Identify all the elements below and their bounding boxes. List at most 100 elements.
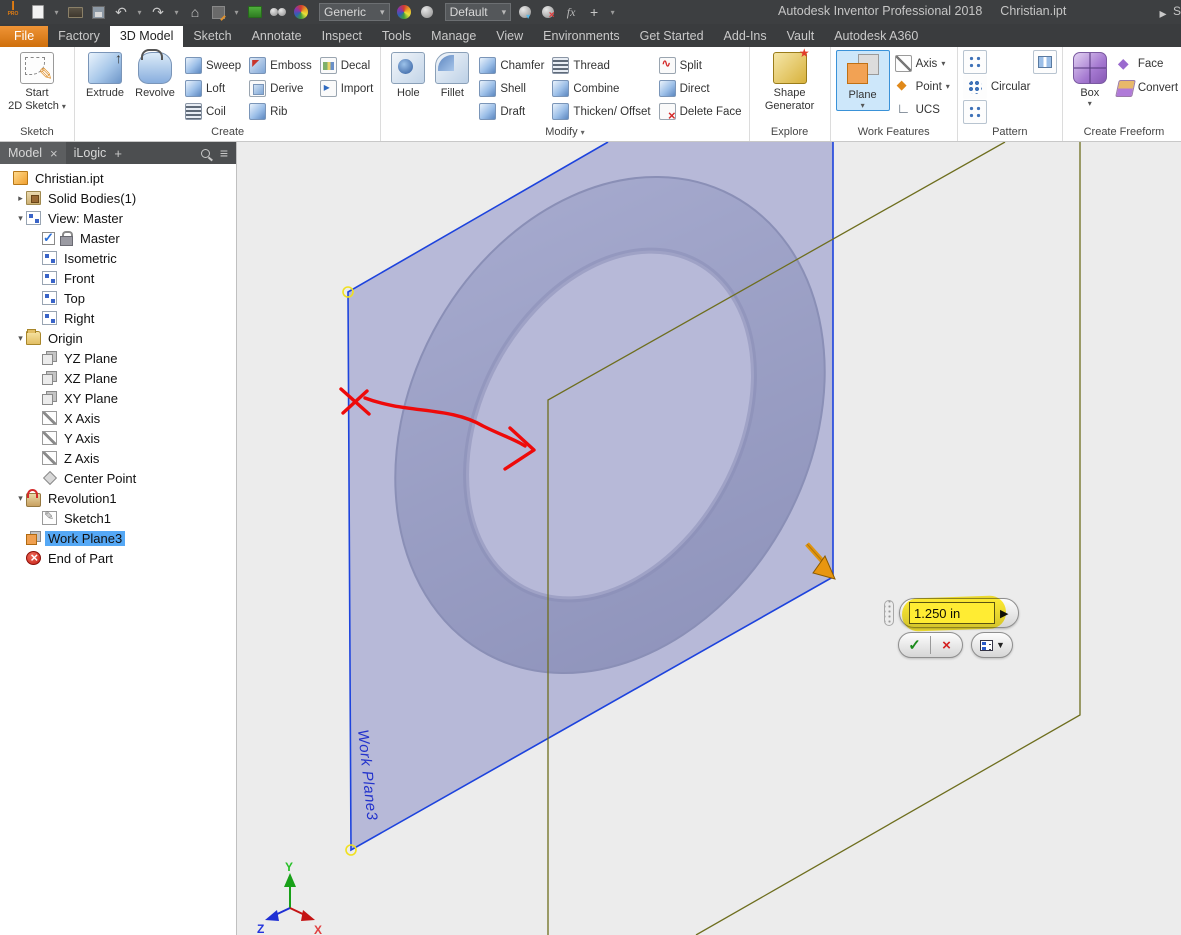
circular-pattern-icon[interactable] xyxy=(963,75,987,99)
mirror-button[interactable] xyxy=(1033,50,1057,74)
viewport-3d[interactable]: Work Plane3 Y Z xyxy=(237,142,1181,935)
cancel-button[interactable]: × xyxy=(931,637,962,654)
tree-item[interactable]: End of Part xyxy=(2,548,236,568)
tree-item[interactable]: Master xyxy=(2,228,236,248)
freeform-button[interactable]: Convert xyxy=(1115,79,1180,98)
plus-icon[interactable]: + xyxy=(585,3,603,21)
ribbon-tab[interactable]: View xyxy=(486,26,533,47)
redo-icon[interactable]: ↷ xyxy=(149,3,167,21)
modify-small-button[interactable]: Direct xyxy=(657,79,744,98)
tree-item[interactable]: Solid Bodies(1) xyxy=(2,188,236,208)
modify-small-button[interactable]: Draft xyxy=(477,102,546,121)
create-small-button[interactable]: Decal xyxy=(318,56,376,75)
undo-caret-icon[interactable]: ▾ xyxy=(135,3,144,21)
ribbon-tab[interactable]: Tools xyxy=(372,26,421,47)
create-big-button[interactable]: Revolve xyxy=(130,50,180,100)
freeform-button[interactable]: Face xyxy=(1115,55,1180,74)
tree-item[interactable]: View: Master xyxy=(2,208,236,228)
create-small-button[interactable]: Derive xyxy=(247,79,314,98)
tree-expand-icon[interactable] xyxy=(15,213,26,224)
tree-item[interactable]: Top xyxy=(2,288,236,308)
create-freeform-panel-label[interactable]: Create Freeform xyxy=(1063,124,1181,141)
tree-item[interactable]: Isometric xyxy=(2,248,236,268)
tree-item[interactable]: Front xyxy=(2,268,236,288)
create-small-button[interactable]: Import xyxy=(318,79,376,98)
create-panel-label[interactable]: Create xyxy=(75,124,380,141)
options-list-icon[interactable] xyxy=(980,640,993,651)
tree-item[interactable]: YZ Plane xyxy=(2,348,236,368)
save-icon[interactable] xyxy=(89,3,107,21)
shape-generator-button[interactable]: ShapeGenerator xyxy=(755,50,825,112)
ok-button[interactable]: ✓ xyxy=(899,636,930,654)
tree-item[interactable]: Z Axis xyxy=(2,448,236,468)
open-file-icon[interactable] xyxy=(66,3,84,21)
expand-right-icon[interactable]: ▸ xyxy=(1159,4,1167,22)
close-icon[interactable]: × xyxy=(50,146,58,161)
work-feature-button[interactable]: UCS ▾ xyxy=(893,100,952,119)
undo-icon[interactable]: ↶ xyxy=(112,3,130,21)
ribbon-tab[interactable]: Add-Ins xyxy=(714,26,777,47)
play-arrow-icon[interactable]: ▶ xyxy=(1000,607,1008,620)
tree-item[interactable]: Y Axis xyxy=(2,428,236,448)
search-icon[interactable] xyxy=(201,149,210,158)
new-file-icon[interactable] xyxy=(29,3,47,21)
browser-tab-ilogic[interactable]: iLogic+ xyxy=(66,142,130,164)
update-caret-icon[interactable]: ▾ xyxy=(232,3,241,21)
tree-expand-icon[interactable] xyxy=(15,193,26,204)
sketch-panel-label[interactable]: Sketch xyxy=(0,124,74,141)
browser-tab-model[interactable]: Model× xyxy=(0,142,66,164)
clear-appearance-icon[interactable] xyxy=(539,3,557,21)
home-icon[interactable]: ⌂ xyxy=(186,3,204,21)
create-small-button[interactable]: Sweep xyxy=(183,56,243,75)
ribbon-tab[interactable]: Annotate xyxy=(242,26,312,47)
modify-small-button[interactable]: Combine xyxy=(550,79,652,98)
create-small-button[interactable]: Emboss xyxy=(247,56,314,75)
mini-toolbar-grip[interactable] xyxy=(884,600,894,626)
ribbon-tab[interactable]: Vault xyxy=(777,26,825,47)
tutorial-book-icon[interactable] xyxy=(246,3,264,21)
work-features-panel-label[interactable]: Work Features xyxy=(831,124,957,141)
ribbon-tab[interactable]: File xyxy=(0,26,48,47)
pattern-panel-label[interactable]: Pattern xyxy=(958,124,1062,141)
ribbon-tab[interactable]: Get Started xyxy=(630,26,714,47)
modify-big-button[interactable]: Hole xyxy=(386,50,430,100)
sketch-driven-pattern-button[interactable] xyxy=(963,100,987,124)
ribbon-tab[interactable]: Autodesk A360 xyxy=(824,26,928,47)
ribbon-tab[interactable]: 3D Model xyxy=(110,26,184,47)
ribbon-tab[interactable]: Factory xyxy=(48,26,110,47)
tree-item[interactable]: XZ Plane xyxy=(2,368,236,388)
parameters-fx-icon[interactable]: fx xyxy=(562,3,580,21)
chevron-down-icon[interactable]: ▼ xyxy=(996,640,1005,650)
modify-small-button[interactable]: Thread xyxy=(550,56,652,75)
modify-small-button[interactable]: Shell xyxy=(477,79,546,98)
tree-item[interactable]: Center Point xyxy=(2,468,236,488)
plane-button[interactable]: Plane ▾ xyxy=(840,52,886,109)
ribbon-tab[interactable]: Sketch xyxy=(183,26,241,47)
create-small-button[interactable]: Rib xyxy=(247,102,314,121)
create-small-button[interactable]: Coil xyxy=(183,102,243,121)
appearance-select[interactable]: Default▾ xyxy=(445,3,512,21)
ribbon-tab[interactable]: Environments xyxy=(533,26,629,47)
adjust-appearance-icon[interactable] xyxy=(516,3,534,21)
menu-icon[interactable]: ≡ xyxy=(220,145,228,161)
circular-pattern-label[interactable]: Circular xyxy=(991,81,1031,93)
add-tab-icon[interactable]: + xyxy=(114,146,122,161)
tree-item[interactable]: Revolution1 xyxy=(2,488,236,508)
tree-expand-icon[interactable] xyxy=(15,333,26,344)
work-feature-button[interactable]: Axis ▾ xyxy=(893,54,952,73)
explore-panel-label[interactable]: Explore xyxy=(750,124,830,141)
modify-small-button[interactable]: Thicken/ Offset xyxy=(550,102,652,121)
tree-item[interactable]: Christian.ipt xyxy=(2,168,236,188)
tree-item[interactable]: Work Plane3 xyxy=(2,528,236,548)
create-small-button[interactable]: Loft xyxy=(183,79,243,98)
modify-small-button[interactable]: Split xyxy=(657,56,744,75)
work-plane-face[interactable] xyxy=(348,142,833,850)
ribbon-tab[interactable]: Inspect xyxy=(312,26,372,47)
tree-item[interactable]: Right xyxy=(2,308,236,328)
create-big-button[interactable]: Extrude xyxy=(80,50,130,100)
freeform-box-button[interactable]: Box ▾ xyxy=(1068,50,1112,107)
update-icon[interactable] xyxy=(209,3,227,21)
material-spheres-icon[interactable] xyxy=(269,3,287,21)
qat-customize-caret-icon[interactable]: ▾ xyxy=(608,3,617,21)
ribbon-tab[interactable]: Manage xyxy=(421,26,486,47)
